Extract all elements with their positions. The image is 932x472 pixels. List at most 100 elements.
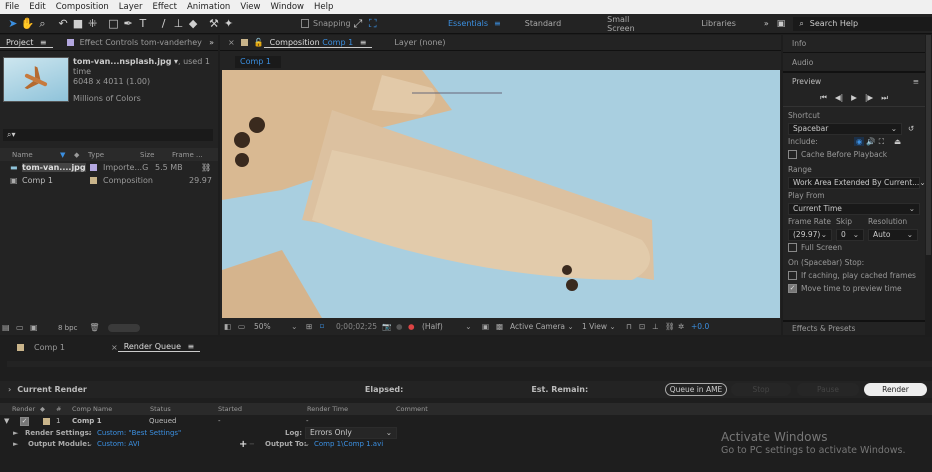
- column-render-time[interactable]: Render Time: [307, 405, 396, 413]
- project-item[interactable]: ▣ Comp 1 Composition 29.97: [0, 174, 218, 187]
- workspace-essentials[interactable]: Essentials: [448, 19, 488, 28]
- composition-viewer[interactable]: [222, 70, 780, 318]
- close-tab-icon[interactable]: ×: [111, 343, 118, 352]
- menu-file[interactable]: File: [0, 2, 24, 12]
- menu-composition[interactable]: Composition: [51, 2, 114, 12]
- lock-icon[interactable]: 🔓: [254, 38, 264, 47]
- toggle-pixel-icon[interactable]: ⊓: [626, 322, 639, 331]
- snap-options-icon[interactable]: ⛶: [365, 16, 380, 32]
- render-settings-dropdown-icon[interactable]: ⌄: [87, 429, 97, 437]
- range-dropdown[interactable]: Work Area Extended By Current... ⌄: [788, 176, 926, 189]
- project-item[interactable]: ▬ tom-van....jpg Importe...G 5.5 MB ⛓: [0, 161, 218, 174]
- first-frame-icon[interactable]: ⏮: [820, 93, 827, 103]
- render-button[interactable]: Render: [864, 383, 927, 396]
- reset-icon[interactable]: ↺: [908, 124, 914, 133]
- checkbox[interactable]: [788, 243, 797, 252]
- project-search-input[interactable]: ⌕▾: [3, 129, 213, 141]
- always-preview-icon[interactable]: ◧: [224, 322, 238, 331]
- flowchart-icon[interactable]: ⛓: [665, 322, 678, 331]
- flowchart-icon[interactable]: ⛓: [201, 163, 211, 172]
- workspace-menu-icon[interactable]: ≡: [494, 19, 501, 28]
- close-tab-icon[interactable]: ×: [228, 38, 235, 47]
- timecode[interactable]: 0;00;02;25: [336, 322, 382, 331]
- transparency-grid-icon[interactable]: ▩: [496, 322, 510, 331]
- fast-previews-icon[interactable]: ⊡: [639, 322, 652, 331]
- rotate-tool-icon[interactable]: ↶: [56, 16, 71, 32]
- rectangle-tool-icon[interactable]: □: [106, 16, 121, 32]
- skip-dropdown[interactable]: 0 ⌄: [836, 228, 864, 241]
- export-icon[interactable]: ⏏: [894, 137, 901, 146]
- play-from-dropdown[interactable]: Current Time ⌄: [788, 202, 920, 215]
- expand-render-settings-icon[interactable]: ►: [13, 429, 25, 437]
- right-panel-scrollbar[interactable]: [926, 35, 931, 255]
- pen-tool-icon[interactable]: ✒: [121, 16, 136, 32]
- hand-tool-icon[interactable]: ✋: [20, 16, 35, 32]
- next-frame-icon[interactable]: |▶: [865, 93, 873, 102]
- new-folder-icon[interactable]: ▭: [16, 323, 30, 332]
- full-screen-checkbox[interactable]: Full Screen: [788, 241, 920, 254]
- tab-render-queue[interactable]: Render Queue ≡: [117, 342, 201, 352]
- if-caching-checkbox[interactable]: If caching, play cached frames: [788, 269, 920, 282]
- tab-composition[interactable]: Composition Comp 1 ≡: [263, 38, 373, 48]
- bpc-button[interactable]: 8 bpc: [58, 324, 77, 332]
- render-checkbox[interactable]: ✓: [20, 416, 29, 426]
- comp-subtab[interactable]: Comp 1: [235, 56, 281, 68]
- menu-help[interactable]: Help: [309, 2, 338, 12]
- label-tag-icon[interactable]: ◆: [74, 151, 88, 159]
- last-frame-icon[interactable]: ⏭: [881, 93, 888, 103]
- checkbox[interactable]: ✓: [788, 284, 797, 293]
- column-size[interactable]: Size: [140, 151, 172, 159]
- output-module-dropdown-icon[interactable]: ⌄: [87, 440, 97, 448]
- timeline-icon[interactable]: ⊥: [652, 322, 665, 331]
- column-comment[interactable]: Comment: [396, 405, 428, 413]
- grid-icon[interactable]: ⊞: [306, 322, 320, 331]
- column-type[interactable]: Type: [88, 151, 140, 159]
- camera-tool-icon[interactable]: ■: [71, 16, 86, 32]
- display-icon[interactable]: ▭: [238, 322, 254, 331]
- puppet-tool-icon[interactable]: ✦: [221, 16, 236, 32]
- add-output-module-icon[interactable]: +: [239, 439, 249, 450]
- new-composition-icon[interactable]: ▣: [30, 323, 44, 332]
- render-queue-item[interactable]: ▼ ✓ 1 Comp 1 Queued - -: [0, 415, 932, 427]
- label-tag-icon[interactable]: ◆: [40, 405, 56, 413]
- exposure-value[interactable]: +0.0: [691, 322, 709, 331]
- include-audio-icon[interactable]: 🔊: [866, 137, 875, 146]
- selection-tool-icon[interactable]: ➤: [6, 16, 21, 32]
- workspace-libraries[interactable]: Libraries: [701, 19, 736, 28]
- column-name[interactable]: Name: [0, 151, 60, 159]
- show-snapshot-icon[interactable]: ●: [396, 322, 408, 331]
- panel-menu-icon[interactable]: ≡: [913, 77, 919, 86]
- text-tool-icon[interactable]: T: [136, 16, 151, 32]
- clone-stamp-tool-icon[interactable]: ⊥: [171, 16, 186, 32]
- checkbox[interactable]: [788, 271, 797, 280]
- panel-overflow-icon[interactable]: »: [209, 38, 214, 47]
- tab-layer[interactable]: Layer (none): [388, 38, 451, 47]
- sync-settings-icon[interactable]: ▣: [777, 19, 786, 29]
- play-icon[interactable]: ▶: [851, 93, 857, 102]
- cache-before-playback-checkbox[interactable]: Cache Before Playback: [788, 148, 920, 161]
- expand-output-module-icon[interactable]: ►: [13, 440, 28, 448]
- zoom-tool-icon[interactable]: ⌕: [35, 16, 50, 32]
- pan-behind-tool-icon[interactable]: ⁜: [85, 16, 100, 32]
- column-comp-name[interactable]: Comp Name: [72, 405, 150, 413]
- frame-rate-dropdown[interactable]: (29.97) ⌄: [788, 228, 832, 241]
- effects-presets-header[interactable]: Effects & Presets: [783, 320, 925, 335]
- workspace-standard[interactable]: Standard: [525, 19, 561, 28]
- resolution-dropdown[interactable]: Auto ⌄: [868, 228, 918, 241]
- audio-panel-header[interactable]: Audio: [783, 53, 925, 73]
- resolution-dropdown[interactable]: (Half) ⌄: [422, 322, 482, 331]
- column-render[interactable]: Render: [0, 405, 40, 413]
- trash-icon[interactable]: 🗑: [89, 323, 99, 332]
- tab-effect-controls[interactable]: Effect Controls tom-vanderhey: [74, 38, 208, 47]
- column-status[interactable]: Status: [150, 405, 218, 413]
- thumbnail-slider[interactable]: [107, 323, 140, 332]
- expand-icon[interactable]: ›: [8, 385, 11, 394]
- column-frame[interactable]: Frame ...: [172, 151, 203, 159]
- views-dropdown[interactable]: 1 View ⌄: [582, 322, 626, 331]
- pause-button[interactable]: Pause: [797, 383, 859, 396]
- sort-icon[interactable]: ▼: [60, 151, 74, 159]
- menu-animation[interactable]: Animation: [182, 2, 235, 12]
- region-of-interest-icon[interactable]: ▣: [482, 322, 496, 331]
- stop-button[interactable]: Stop: [731, 383, 791, 396]
- include-overlays-icon[interactable]: ⛶: [879, 137, 884, 147]
